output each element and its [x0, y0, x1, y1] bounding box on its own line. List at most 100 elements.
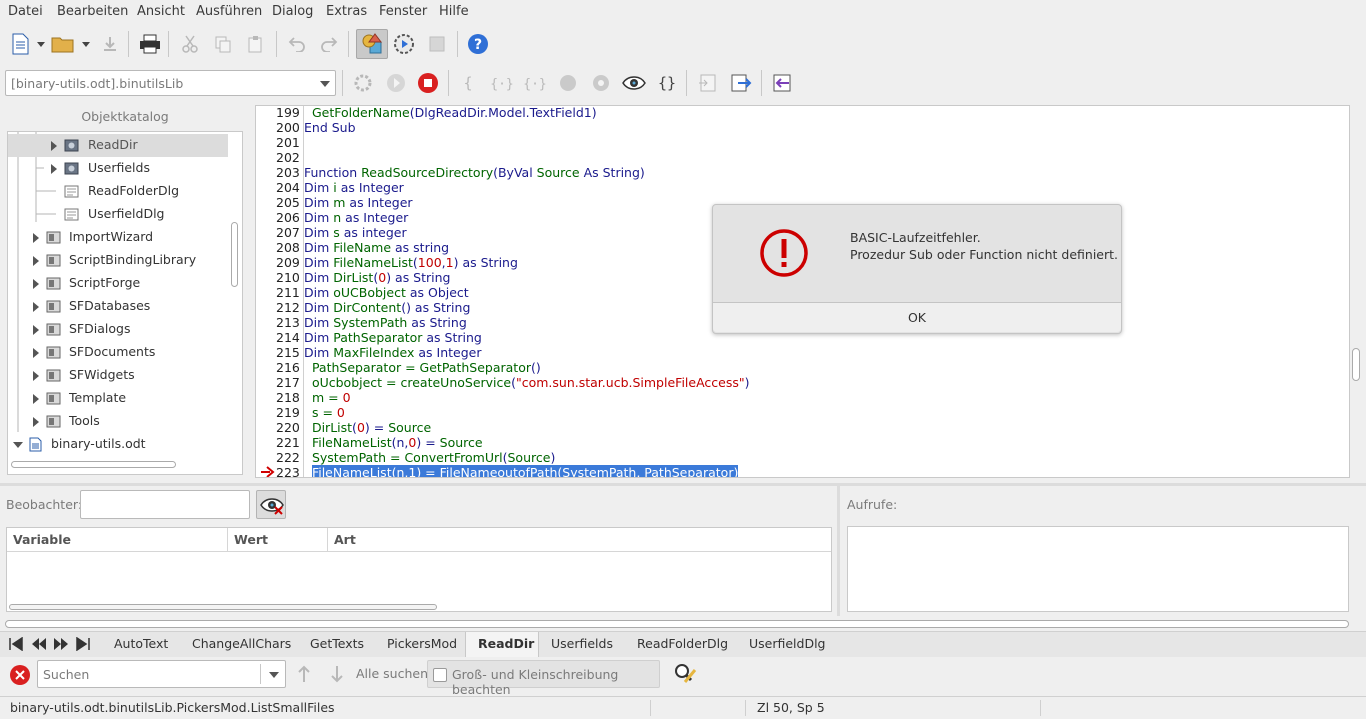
save-button[interactable]: [97, 31, 123, 57]
panel-splitter[interactable]: [0, 483, 1366, 486]
tree-horizontal-scrollbar[interactable]: [11, 461, 176, 468]
remove-watch-button[interactable]: [256, 490, 286, 519]
cut-button[interactable]: [177, 31, 203, 57]
menu-hilfe[interactable]: Hilfe: [439, 4, 469, 19]
step-out-button[interactable]: {·}: [522, 70, 548, 96]
expand-arrow-icon[interactable]: [33, 325, 39, 335]
previous-tab-icon[interactable]: [31, 637, 47, 651]
ok-button[interactable]: OK: [713, 302, 1121, 332]
chevron-down-icon[interactable]: [269, 672, 279, 678]
tree-item-sfwidgets[interactable]: SFWidgets: [8, 364, 228, 387]
column-wert[interactable]: Wert: [234, 532, 268, 547]
chevron-down-icon[interactable]: [320, 81, 330, 87]
match-case-checkbox[interactable]: [433, 668, 447, 682]
export-basic-button[interactable]: [728, 70, 754, 96]
watch-horizontal-scrollbar[interactable]: [9, 604, 437, 610]
insert-source-button[interactable]: [769, 70, 795, 96]
enable-watch-button[interactable]: [621, 70, 647, 96]
object-catalog-button[interactable]: {}: [654, 70, 680, 96]
tree-item-readfolderdlg[interactable]: ReadFolderDlg: [8, 180, 228, 203]
menu-datei[interactable]: Datei: [8, 4, 43, 19]
match-case-checkbox-container[interactable]: Groß- und Kleinschreibung beachten: [427, 660, 660, 697]
tree-item-sfdocuments[interactable]: SFDocuments: [8, 341, 228, 364]
chevron-down-icon[interactable]: [82, 42, 90, 47]
find-next-icon[interactable]: [330, 665, 344, 683]
new-document-button[interactable]: [7, 31, 33, 57]
copy-button[interactable]: [210, 31, 236, 57]
menu-ausfuehren[interactable]: Ausführen: [196, 4, 262, 19]
expand-arrow-icon[interactable]: [33, 417, 39, 427]
macros-button[interactable]: [391, 31, 417, 57]
tab-readdir[interactable]: ReadDir: [478, 636, 534, 651]
tree-item-template[interactable]: Template: [8, 387, 228, 410]
expand-arrow-icon[interactable]: [51, 141, 57, 151]
close-find-bar-icon[interactable]: [9, 664, 31, 686]
step-over-button[interactable]: {·}: [489, 70, 515, 96]
column-art[interactable]: Art: [334, 532, 356, 547]
expand-arrow-icon[interactable]: [33, 394, 39, 404]
tree-item-scriptbindinglibrary[interactable]: ScriptBindingLibrary: [8, 249, 228, 272]
menu-bearbeiten[interactable]: Bearbeiten: [57, 4, 128, 19]
tree-item-binary-utils-odt[interactable]: binary-utils.odt: [8, 433, 228, 456]
step-into-button[interactable]: {: [455, 70, 481, 96]
menu-extras[interactable]: Extras: [326, 4, 367, 19]
run-button[interactable]: [383, 70, 409, 96]
tree-item-userfields[interactable]: Userfields: [8, 157, 228, 180]
expand-arrow-icon[interactable]: [33, 348, 39, 358]
expand-arrow-icon[interactable]: [33, 371, 39, 381]
menu-ansicht[interactable]: Ansicht: [137, 4, 185, 19]
first-tab-icon[interactable]: [8, 637, 24, 651]
undo-button[interactable]: [284, 31, 310, 57]
chevron-down-icon[interactable]: [37, 42, 45, 47]
import-basic-button[interactable]: [695, 70, 721, 96]
tab-readfolderdlg[interactable]: ReadFolderDlg: [637, 636, 728, 651]
paste-button[interactable]: [243, 31, 269, 57]
tree-item-tools[interactable]: Tools: [8, 410, 228, 433]
tab-userfields[interactable]: Userfields: [551, 636, 613, 651]
help-button[interactable]: ?: [465, 31, 491, 57]
tab-changeallchars[interactable]: ChangeAllChars: [192, 636, 291, 651]
window-horizontal-scrollbar[interactable]: [5, 620, 1349, 628]
find-replace-icon[interactable]: [673, 662, 699, 686]
tree-item-userfielddlg[interactable]: UserfieldDlg: [8, 203, 228, 226]
tab-pickersmod[interactable]: PickersMod: [387, 636, 457, 651]
expand-arrow-icon[interactable]: [51, 164, 57, 174]
tree-item-scriptforge[interactable]: ScriptForge: [8, 272, 228, 295]
panel-splitter-vertical[interactable]: [837, 486, 840, 616]
tab-autotext[interactable]: AutoText: [114, 636, 168, 651]
open-button[interactable]: [50, 31, 76, 57]
collapse-arrow-icon[interactable]: [13, 442, 23, 448]
compile-button[interactable]: [350, 70, 376, 96]
editor-vertical-scrollbar[interactable]: [1350, 105, 1362, 478]
menu-fenster[interactable]: Fenster: [379, 4, 427, 19]
next-tab-icon[interactable]: [53, 637, 69, 651]
stop-macro-button[interactable]: [424, 31, 450, 57]
tree-item-readdir[interactable]: ReadDir: [8, 134, 228, 157]
tab-userfielddlg[interactable]: UserfieldDlg: [749, 636, 826, 651]
expand-arrow-icon[interactable]: [33, 302, 39, 312]
breakpoint-button[interactable]: [555, 70, 581, 96]
object-catalog-tree[interactable]: ReadDir Userfields ReadFolderDlg Userfie…: [7, 131, 243, 475]
find-previous-icon[interactable]: [297, 665, 311, 683]
tree-item-sfdialogs[interactable]: SFDialogs: [8, 318, 228, 341]
find-all-button[interactable]: Alle suchen: [356, 666, 428, 681]
scrollbar-thumb[interactable]: [1352, 348, 1360, 381]
watch-input[interactable]: [80, 490, 250, 519]
redo-button[interactable]: [316, 31, 342, 57]
last-tab-icon[interactable]: [75, 637, 91, 651]
search-input[interactable]: Suchen: [37, 660, 286, 688]
library-combo[interactable]: [binary-utils.odt].binutilsLib: [5, 70, 336, 96]
tree-item-sfdatabases[interactable]: SFDatabases: [8, 295, 228, 318]
expand-arrow-icon[interactable]: [33, 279, 39, 289]
manage-breakpoints-button[interactable]: [588, 70, 614, 96]
stop-button[interactable]: [415, 70, 441, 96]
tree-vertical-scrollbar[interactable]: [231, 222, 238, 287]
expand-arrow-icon[interactable]: [33, 256, 39, 266]
tree-item-importwizard[interactable]: ImportWizard: [8, 226, 228, 249]
print-button[interactable]: [137, 31, 163, 57]
select-module-button[interactable]: [356, 29, 388, 59]
expand-arrow-icon[interactable]: [33, 233, 39, 243]
menu-dialog[interactable]: Dialog: [272, 4, 313, 19]
column-variable[interactable]: Variable: [13, 532, 71, 547]
tab-gettexts[interactable]: GetTexts: [310, 636, 364, 651]
